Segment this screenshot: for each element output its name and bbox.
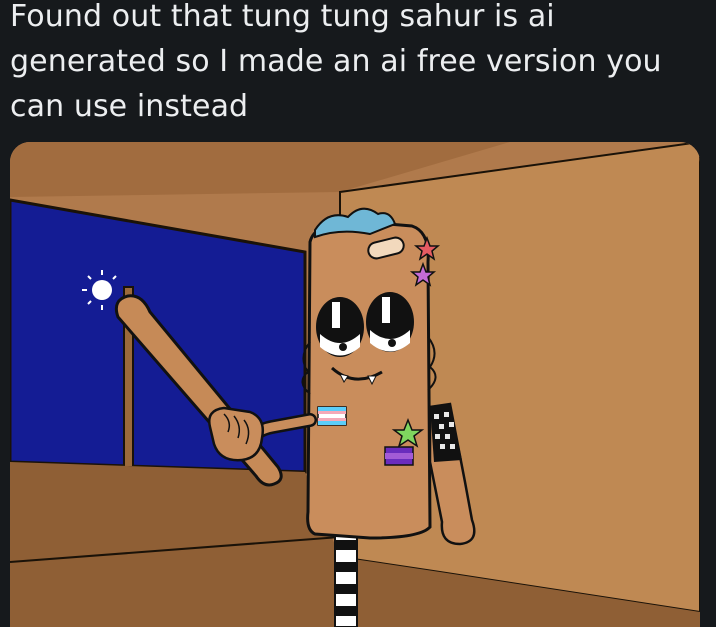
drawing-illustration — [10, 142, 700, 627]
character-body — [306, 220, 432, 540]
left-hand — [208, 406, 264, 462]
meme-post: Found out that tung tung sahur is ai gen… — [0, 0, 716, 627]
flag-sticker-trans — [317, 406, 347, 426]
lamp-light — [92, 280, 112, 300]
character-legs — [334, 526, 358, 627]
post-caption: Found out that tung tung sahur is ai gen… — [10, 0, 662, 124]
post-image[interactable] — [10, 142, 700, 627]
flag-sticker-purple — [384, 446, 414, 466]
